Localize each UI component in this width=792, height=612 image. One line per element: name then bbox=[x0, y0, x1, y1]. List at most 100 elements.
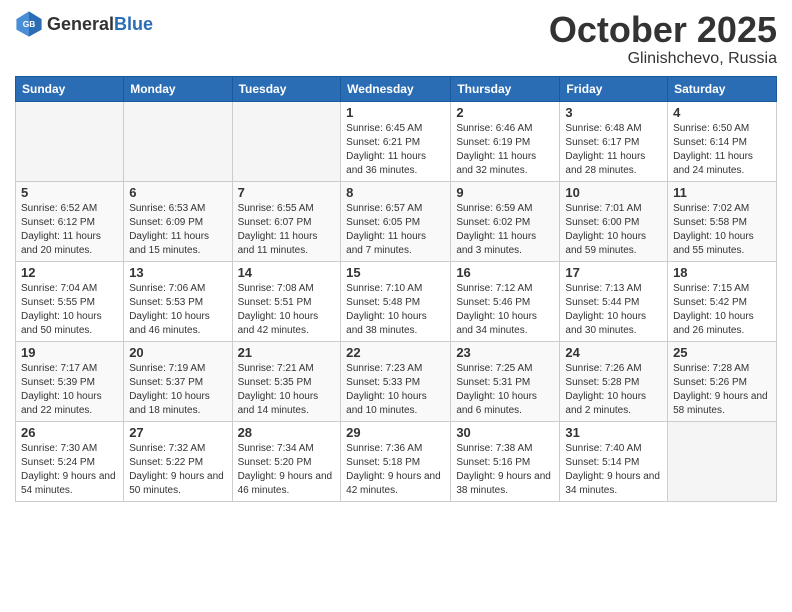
week-row-3: 12Sunrise: 7:04 AMSunset: 5:55 PMDayligh… bbox=[16, 261, 777, 341]
column-header-saturday: Saturday bbox=[668, 76, 777, 101]
day-info: Sunrise: 7:04 AMSunset: 5:55 PMDaylight:… bbox=[21, 282, 118, 338]
day-number: 20 bbox=[129, 345, 226, 360]
day-info: Sunrise: 7:12 AMSunset: 5:46 PMDaylight:… bbox=[456, 282, 554, 338]
day-number: 18 bbox=[673, 265, 771, 280]
day-cell: 4 Sunrise: 6:50 AMSunset: 6:14 PMDaylight… bbox=[668, 101, 777, 181]
day-number: 3 bbox=[565, 105, 662, 120]
logo: GB GeneralBlue bbox=[15, 10, 153, 38]
day-number: 5 bbox=[21, 185, 118, 200]
day-cell: 3 Sunrise: 6:48 AMSunset: 6:17 PMDaylight… bbox=[560, 101, 668, 181]
logo-icon: GB bbox=[15, 10, 43, 38]
week-row-5: 26 Sunrise: 7:30 AMSunset: 5:24 PMDayligh… bbox=[16, 421, 777, 501]
day-number: 28 bbox=[238, 425, 336, 440]
day-info: Sunrise: 6:46 AMSunset: 6:19 PMDaylight:… bbox=[456, 122, 554, 178]
logo-blue: Blue bbox=[114, 14, 153, 34]
logo-text: GeneralBlue bbox=[47, 14, 153, 35]
day-cell: 27 Sunrise: 7:32 AMSunset: 5:22 PMDayligh… bbox=[124, 421, 232, 501]
day-number: 17 bbox=[565, 265, 662, 280]
week-row-1: 1Sunrise: 6:45 AMSunset: 6:21 PMDaylight… bbox=[16, 101, 777, 181]
location-title: Glinishchevo, Russia bbox=[549, 50, 777, 68]
day-cell: 6 Sunrise: 6:53 AMSunset: 6:09 PMDaylight… bbox=[124, 181, 232, 261]
day-number: 27 bbox=[129, 425, 226, 440]
logo-general: General bbox=[47, 14, 114, 34]
day-info: Sunrise: 7:19 AMSunset: 5:37 PMDaylight:… bbox=[129, 362, 226, 418]
day-number: 22 bbox=[346, 345, 445, 360]
day-number: 2 bbox=[456, 105, 554, 120]
day-info: Sunrise: 7:17 AMSunset: 5:39 PMDaylight:… bbox=[21, 362, 118, 418]
day-cell: 26 Sunrise: 7:30 AMSunset: 5:24 PMDayligh… bbox=[16, 421, 124, 501]
day-info: Sunrise: 7:02 AMSunset: 5:58 PMDaylight:… bbox=[673, 202, 771, 258]
day-cell: 1Sunrise: 6:45 AMSunset: 6:21 PMDaylight… bbox=[341, 101, 451, 181]
week-row-4: 19 Sunrise: 7:17 AMSunset: 5:39 PMDayligh… bbox=[16, 341, 777, 421]
day-info: Sunrise: 6:48 AMSunset: 6:17 PMDaylight:… bbox=[565, 122, 662, 178]
day-cell: 20 Sunrise: 7:19 AMSunset: 5:37 PMDayligh… bbox=[124, 341, 232, 421]
day-info: Sunrise: 6:52 AMSunset: 6:12 PMDaylight:… bbox=[21, 202, 118, 258]
day-info: Sunrise: 7:26 AMSunset: 5:28 PMDaylight:… bbox=[565, 362, 662, 418]
day-cell: 30 Sunrise: 7:38 AMSunset: 5:16 PMDayligh… bbox=[451, 421, 560, 501]
day-info: Sunrise: 7:40 AMSunset: 5:14 PMDaylight:… bbox=[565, 442, 662, 498]
day-number: 14 bbox=[238, 265, 336, 280]
page-container: GB GeneralBlue October 2025 Glinishchevo… bbox=[0, 0, 792, 512]
day-info: Sunrise: 6:57 AMSunset: 6:05 PMDaylight:… bbox=[346, 202, 445, 258]
title-block: October 2025 Glinishchevo, Russia bbox=[549, 10, 777, 68]
day-cell: 23 Sunrise: 7:25 AMSunset: 5:31 PMDayligh… bbox=[451, 341, 560, 421]
day-number: 13 bbox=[129, 265, 226, 280]
day-info: Sunrise: 7:25 AMSunset: 5:31 PMDaylight:… bbox=[456, 362, 554, 418]
day-number: 19 bbox=[21, 345, 118, 360]
column-header-sunday: Sunday bbox=[16, 76, 124, 101]
day-number: 10 bbox=[565, 185, 662, 200]
svg-text:GB: GB bbox=[23, 19, 36, 29]
day-cell bbox=[668, 421, 777, 501]
column-header-friday: Friday bbox=[560, 76, 668, 101]
day-info: Sunrise: 6:53 AMSunset: 6:09 PMDaylight:… bbox=[129, 202, 226, 258]
day-cell: 13 Sunrise: 7:06 AMSunset: 5:53 PMDayligh… bbox=[124, 261, 232, 341]
calendar-header-row: SundayMondayTuesdayWednesdayThursdayFrid… bbox=[16, 76, 777, 101]
week-row-2: 5 Sunrise: 6:52 AMSunset: 6:12 PMDaylight… bbox=[16, 181, 777, 261]
day-info: Sunrise: 7:38 AMSunset: 5:16 PMDaylight:… bbox=[456, 442, 554, 498]
day-info: Sunrise: 7:21 AMSunset: 5:35 PMDaylight:… bbox=[238, 362, 336, 418]
day-number: 16 bbox=[456, 265, 554, 280]
day-number: 26 bbox=[21, 425, 118, 440]
day-number: 30 bbox=[456, 425, 554, 440]
day-cell: 7Sunrise: 6:55 AMSunset: 6:07 PMDaylight… bbox=[232, 181, 341, 261]
day-info: Sunrise: 7:30 AMSunset: 5:24 PMDaylight:… bbox=[21, 442, 118, 498]
day-info: Sunrise: 6:50 AMSunset: 6:14 PMDaylight:… bbox=[673, 122, 771, 178]
day-number: 9 bbox=[456, 185, 554, 200]
day-number: 23 bbox=[456, 345, 554, 360]
day-info: Sunrise: 7:23 AMSunset: 5:33 PMDaylight:… bbox=[346, 362, 445, 418]
day-info: Sunrise: 7:28 AMSunset: 5:26 PMDaylight:… bbox=[673, 362, 771, 418]
day-cell: 9 Sunrise: 6:59 AMSunset: 6:02 PMDaylight… bbox=[451, 181, 560, 261]
day-cell: 14 Sunrise: 7:08 AMSunset: 5:51 PMDayligh… bbox=[232, 261, 341, 341]
day-cell: 18Sunrise: 7:15 AMSunset: 5:42 PMDayligh… bbox=[668, 261, 777, 341]
day-cell bbox=[124, 101, 232, 181]
day-cell: 15Sunrise: 7:10 AMSunset: 5:48 PMDayligh… bbox=[341, 261, 451, 341]
day-number: 31 bbox=[565, 425, 662, 440]
day-number: 15 bbox=[346, 265, 445, 280]
day-cell: 31 Sunrise: 7:40 AMSunset: 5:14 PMDayligh… bbox=[560, 421, 668, 501]
day-cell: 21 Sunrise: 7:21 AMSunset: 5:35 PMDayligh… bbox=[232, 341, 341, 421]
day-cell: 5 Sunrise: 6:52 AMSunset: 6:12 PMDaylight… bbox=[16, 181, 124, 261]
day-cell: 17Sunrise: 7:13 AMSunset: 5:44 PMDayligh… bbox=[560, 261, 668, 341]
column-header-wednesday: Wednesday bbox=[341, 76, 451, 101]
day-number: 29 bbox=[346, 425, 445, 440]
day-number: 6 bbox=[129, 185, 226, 200]
day-cell: 11Sunrise: 7:02 AMSunset: 5:58 PMDayligh… bbox=[668, 181, 777, 261]
day-cell: 12Sunrise: 7:04 AMSunset: 5:55 PMDayligh… bbox=[16, 261, 124, 341]
column-header-tuesday: Tuesday bbox=[232, 76, 341, 101]
day-cell: 25Sunrise: 7:28 AMSunset: 5:26 PMDayligh… bbox=[668, 341, 777, 421]
day-cell: 16 Sunrise: 7:12 AMSunset: 5:46 PMDayligh… bbox=[451, 261, 560, 341]
day-info: Sunrise: 7:32 AMSunset: 5:22 PMDaylight:… bbox=[129, 442, 226, 498]
calendar-table: SundayMondayTuesdayWednesdayThursdayFrid… bbox=[15, 76, 777, 502]
day-info: Sunrise: 7:08 AMSunset: 5:51 PMDaylight:… bbox=[238, 282, 336, 338]
day-number: 4 bbox=[673, 105, 771, 120]
day-info: Sunrise: 7:06 AMSunset: 5:53 PMDaylight:… bbox=[129, 282, 226, 338]
day-info: Sunrise: 7:34 AMSunset: 5:20 PMDaylight:… bbox=[238, 442, 336, 498]
day-number: 8 bbox=[346, 185, 445, 200]
day-cell: 8 Sunrise: 6:57 AMSunset: 6:05 PMDaylight… bbox=[341, 181, 451, 261]
column-header-thursday: Thursday bbox=[451, 76, 560, 101]
day-cell: 2 Sunrise: 6:46 AMSunset: 6:19 PMDaylight… bbox=[451, 101, 560, 181]
day-info: Sunrise: 6:59 AMSunset: 6:02 PMDaylight:… bbox=[456, 202, 554, 258]
day-number: 21 bbox=[238, 345, 336, 360]
day-cell: 28 Sunrise: 7:34 AMSunset: 5:20 PMDayligh… bbox=[232, 421, 341, 501]
day-cell: 10Sunrise: 7:01 AMSunset: 6:00 PMDayligh… bbox=[560, 181, 668, 261]
